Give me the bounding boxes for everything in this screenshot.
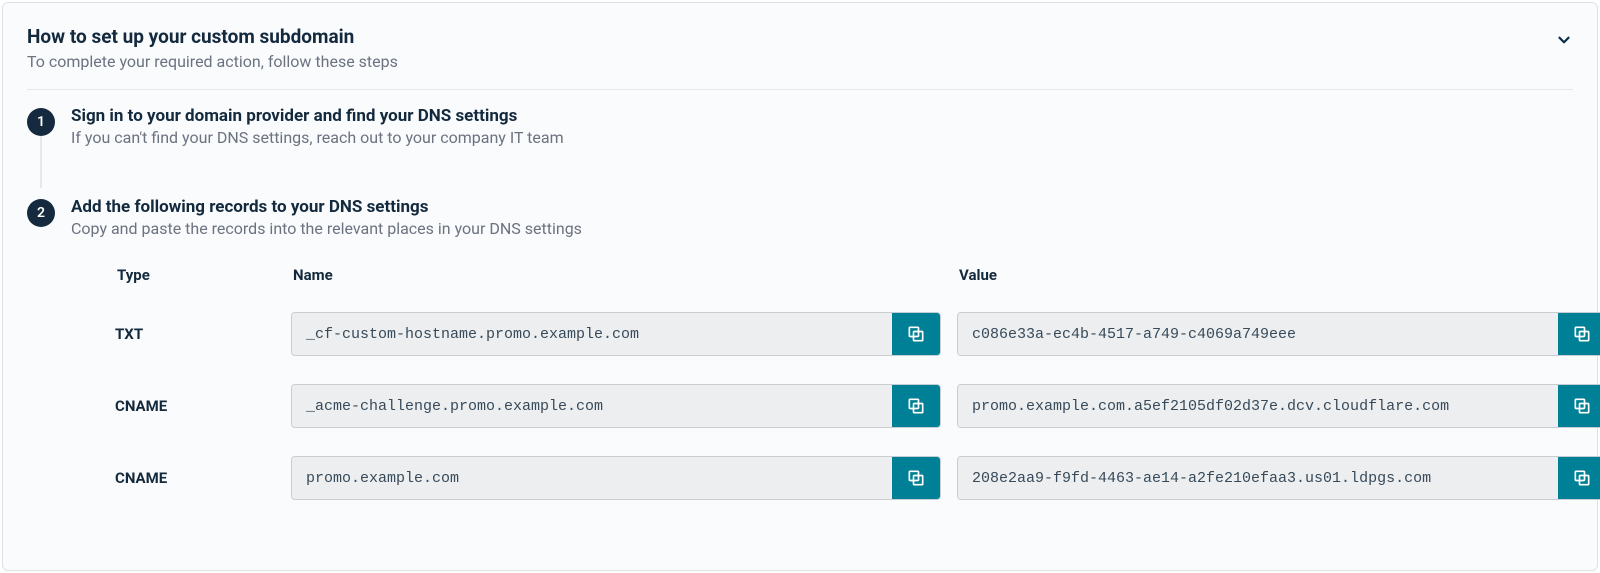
copy-button[interactable] (1558, 457, 1600, 499)
copy-button[interactable] (892, 385, 940, 427)
copy-icon (906, 324, 926, 344)
copy-button[interactable] (892, 313, 940, 355)
step-1-desc: If you can't find your DNS settings, rea… (71, 128, 1573, 147)
dns-type-cell: TXT (115, 325, 285, 343)
steps-list: 1 Sign in to your domain provider and fi… (3, 90, 1597, 524)
panel-header-text: How to set up your custom subdomain To c… (27, 25, 398, 71)
setup-panel: How to set up your custom subdomain To c… (2, 2, 1598, 571)
dns-table: Type Name Value TXT (115, 266, 1600, 500)
dns-row: CNAME (115, 384, 1600, 428)
dns-value-field (957, 384, 1600, 428)
dns-row: TXT (115, 312, 1600, 356)
step-badge-2: 2 (27, 199, 55, 227)
dns-header-type: Type (115, 266, 285, 284)
dns-value-field (957, 312, 1600, 356)
copy-button[interactable] (1558, 385, 1600, 427)
copy-icon (1572, 396, 1592, 416)
step-badge-1: 1 (27, 108, 55, 136)
copy-icon (906, 396, 926, 416)
chevron-down-icon[interactable] (1555, 31, 1573, 53)
dns-name-input[interactable] (292, 313, 892, 355)
dns-header-value: Value (957, 266, 1600, 284)
dns-type-cell: CNAME (115, 397, 285, 415)
step-2-desc: Copy and paste the records into the rele… (71, 219, 1600, 238)
dns-value-field (957, 456, 1600, 500)
step-2-body: Add the following records to your DNS se… (71, 197, 1600, 500)
dns-name-input[interactable] (292, 457, 892, 499)
dns-type-cell: CNAME (115, 469, 285, 487)
dns-name-field (291, 384, 941, 428)
copy-icon (906, 468, 926, 488)
copy-button[interactable] (1558, 313, 1600, 355)
dns-name-input[interactable] (292, 385, 892, 427)
dns-name-field (291, 456, 941, 500)
step-connector (40, 136, 42, 188)
dns-value-input[interactable] (958, 313, 1558, 355)
panel-title: How to set up your custom subdomain (27, 25, 398, 48)
dns-headers: Type Name Value (115, 266, 1600, 284)
step-1-title: Sign in to your domain provider and find… (71, 106, 1573, 126)
copy-icon (1572, 468, 1592, 488)
panel-header: How to set up your custom subdomain To c… (3, 3, 1597, 89)
dns-name-field (291, 312, 941, 356)
panel-subtitle: To complete your required action, follow… (27, 52, 398, 71)
step-1: 1 Sign in to your domain provider and fi… (27, 106, 1573, 147)
step-2-title: Add the following records to your DNS se… (71, 197, 1600, 217)
dns-value-input[interactable] (958, 457, 1558, 499)
copy-button[interactable] (892, 457, 940, 499)
dns-header-name: Name (291, 266, 951, 284)
copy-icon (1572, 324, 1592, 344)
dns-value-input[interactable] (958, 385, 1558, 427)
step-1-body: Sign in to your domain provider and find… (71, 106, 1573, 147)
step-2: 2 Add the following records to your DNS … (27, 197, 1573, 500)
dns-row: CNAME (115, 456, 1600, 500)
